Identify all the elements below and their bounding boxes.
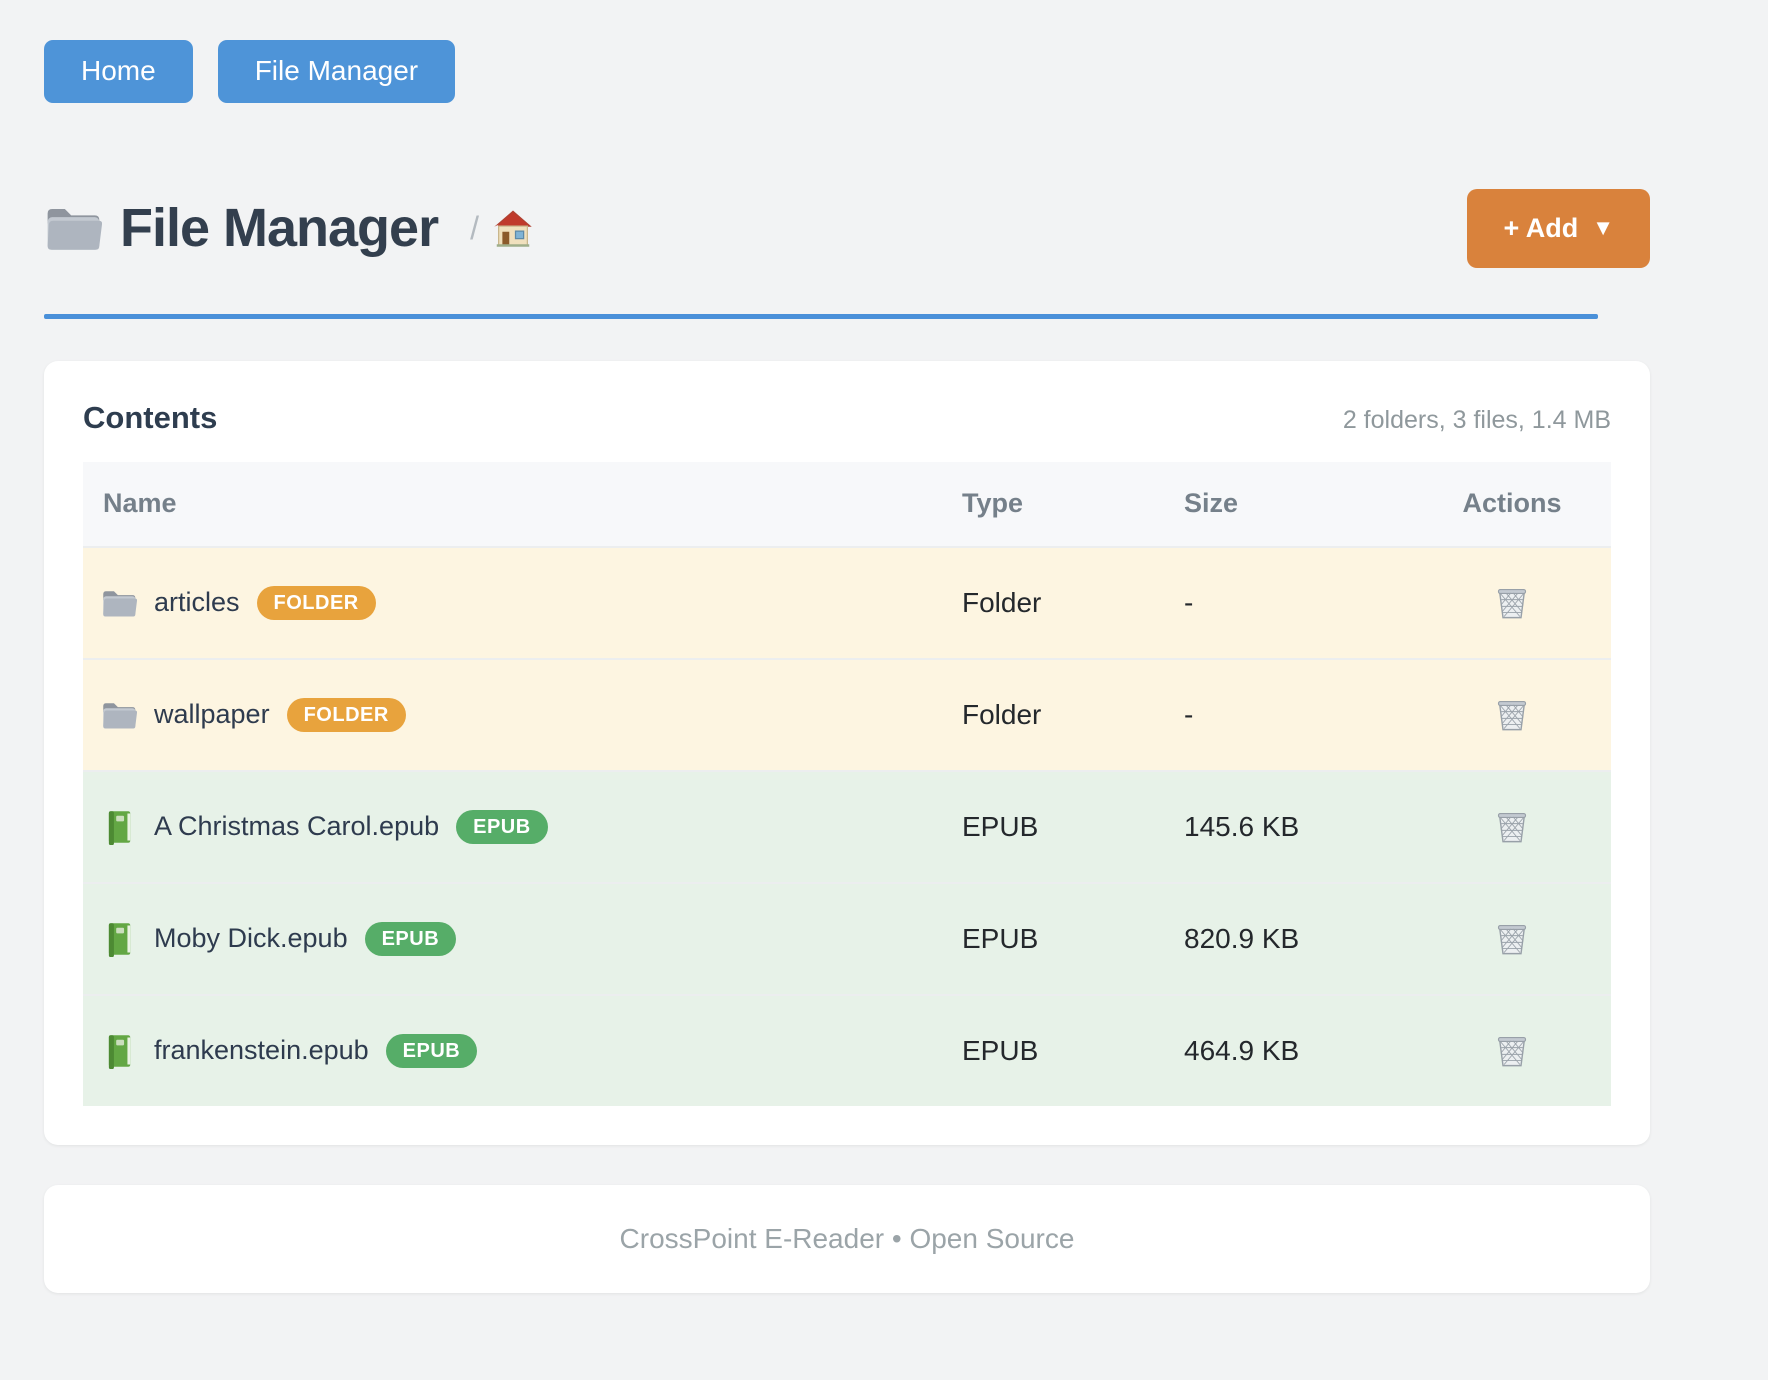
size-cell: - xyxy=(1184,699,1413,731)
table-row[interactable]: A Christmas Carol.epub EPUB EPUB 145.6 K… xyxy=(83,770,1611,882)
trash-icon xyxy=(1494,584,1530,622)
title-divider xyxy=(44,314,1598,319)
table-row[interactable]: frankenstein.epub EPUB EPUB 464.9 KB xyxy=(83,994,1611,1106)
page-title: File Manager xyxy=(120,197,438,259)
item-name[interactable]: wallpaper xyxy=(154,699,270,730)
delete-button[interactable] xyxy=(1490,1028,1534,1074)
epub-badge: EPUB xyxy=(456,810,548,844)
contents-card-header: Contents 2 folders, 3 files, 1.4 MB xyxy=(83,400,1611,436)
actions-cell xyxy=(1413,804,1611,850)
delete-button[interactable] xyxy=(1490,916,1534,962)
item-name[interactable]: Moby Dick.epub xyxy=(154,923,348,954)
size-cell: - xyxy=(1184,587,1413,619)
table-row[interactable]: articles FOLDER Folder - xyxy=(83,546,1611,658)
name-cell: Moby Dick.epub EPUB xyxy=(83,921,962,957)
type-cell: Folder xyxy=(962,587,1184,619)
trash-icon xyxy=(1494,696,1530,734)
add-button[interactable]: + Add ▼ xyxy=(1467,189,1650,268)
item-name[interactable]: articles xyxy=(154,587,240,618)
column-header-name: Name xyxy=(83,488,962,519)
table-header-row: Name Type Size Actions xyxy=(83,462,1611,546)
delete-button[interactable] xyxy=(1490,580,1534,626)
size-cell: 820.9 KB xyxy=(1184,923,1413,955)
book-icon xyxy=(101,921,137,957)
type-cell: Folder xyxy=(962,699,1184,731)
item-name[interactable]: A Christmas Carol.epub xyxy=(154,811,439,842)
top-nav: Home File Manager xyxy=(44,40,1694,103)
delete-button[interactable] xyxy=(1490,692,1534,738)
actions-cell xyxy=(1413,692,1611,738)
folder-icon xyxy=(101,697,137,733)
contents-summary: 2 folders, 3 files, 1.4 MB xyxy=(1343,406,1611,435)
trash-icon xyxy=(1494,808,1530,846)
file-manager-button[interactable]: File Manager xyxy=(218,40,455,103)
home-icon[interactable] xyxy=(493,208,533,248)
delete-button[interactable] xyxy=(1490,804,1534,850)
epub-badge: EPUB xyxy=(386,1034,478,1068)
table-row[interactable]: wallpaper FOLDER Folder - xyxy=(83,658,1611,770)
title-group: File Manager / xyxy=(44,197,533,259)
size-cell: 464.9 KB xyxy=(1184,1035,1413,1067)
trash-icon xyxy=(1494,920,1530,958)
epub-badge: EPUB xyxy=(365,922,457,956)
folder-icon xyxy=(44,199,102,257)
size-cell: 145.6 KB xyxy=(1184,811,1413,843)
trash-icon xyxy=(1494,1032,1530,1070)
chevron-down-icon: ▼ xyxy=(1592,215,1614,241)
book-icon xyxy=(101,809,137,845)
breadcrumb: / xyxy=(470,208,533,248)
actions-cell xyxy=(1413,1028,1611,1074)
home-button[interactable]: Home xyxy=(44,40,193,103)
files-table: Name Type Size Actions articles FOLDER F… xyxy=(83,462,1611,1106)
folder-icon xyxy=(101,585,137,621)
folder-badge: FOLDER xyxy=(287,698,406,732)
table-row[interactable]: Moby Dick.epub EPUB EPUB 820.9 KB xyxy=(83,882,1611,994)
item-name[interactable]: frankenstein.epub xyxy=(154,1035,369,1066)
name-cell: A Christmas Carol.epub EPUB xyxy=(83,809,962,845)
actions-cell xyxy=(1413,580,1611,626)
type-cell: EPUB xyxy=(962,811,1184,843)
type-cell: EPUB xyxy=(962,1035,1184,1067)
actions-cell xyxy=(1413,916,1611,962)
column-header-size: Size xyxy=(1184,488,1413,519)
column-header-actions: Actions xyxy=(1413,488,1611,519)
file-manager-page: Home File Manager File Manager / + Add ▼… xyxy=(0,0,1694,1293)
contents-card: Contents 2 folders, 3 files, 1.4 MB Name… xyxy=(44,361,1650,1145)
book-icon xyxy=(101,1033,137,1069)
footer-card: CrossPoint E-Reader • Open Source xyxy=(44,1185,1650,1293)
type-cell: EPUB xyxy=(962,923,1184,955)
folder-badge: FOLDER xyxy=(257,586,376,620)
column-header-type: Type xyxy=(962,488,1184,519)
name-cell: frankenstein.epub EPUB xyxy=(83,1033,962,1069)
page-header: File Manager / + Add ▼ xyxy=(44,189,1650,268)
contents-heading: Contents xyxy=(83,400,217,436)
add-button-label: + Add xyxy=(1503,213,1578,244)
name-cell: articles FOLDER xyxy=(83,585,962,621)
breadcrumb-separator: / xyxy=(470,210,479,247)
name-cell: wallpaper FOLDER xyxy=(83,697,962,733)
footer-text: CrossPoint E-Reader • Open Source xyxy=(620,1223,1075,1254)
